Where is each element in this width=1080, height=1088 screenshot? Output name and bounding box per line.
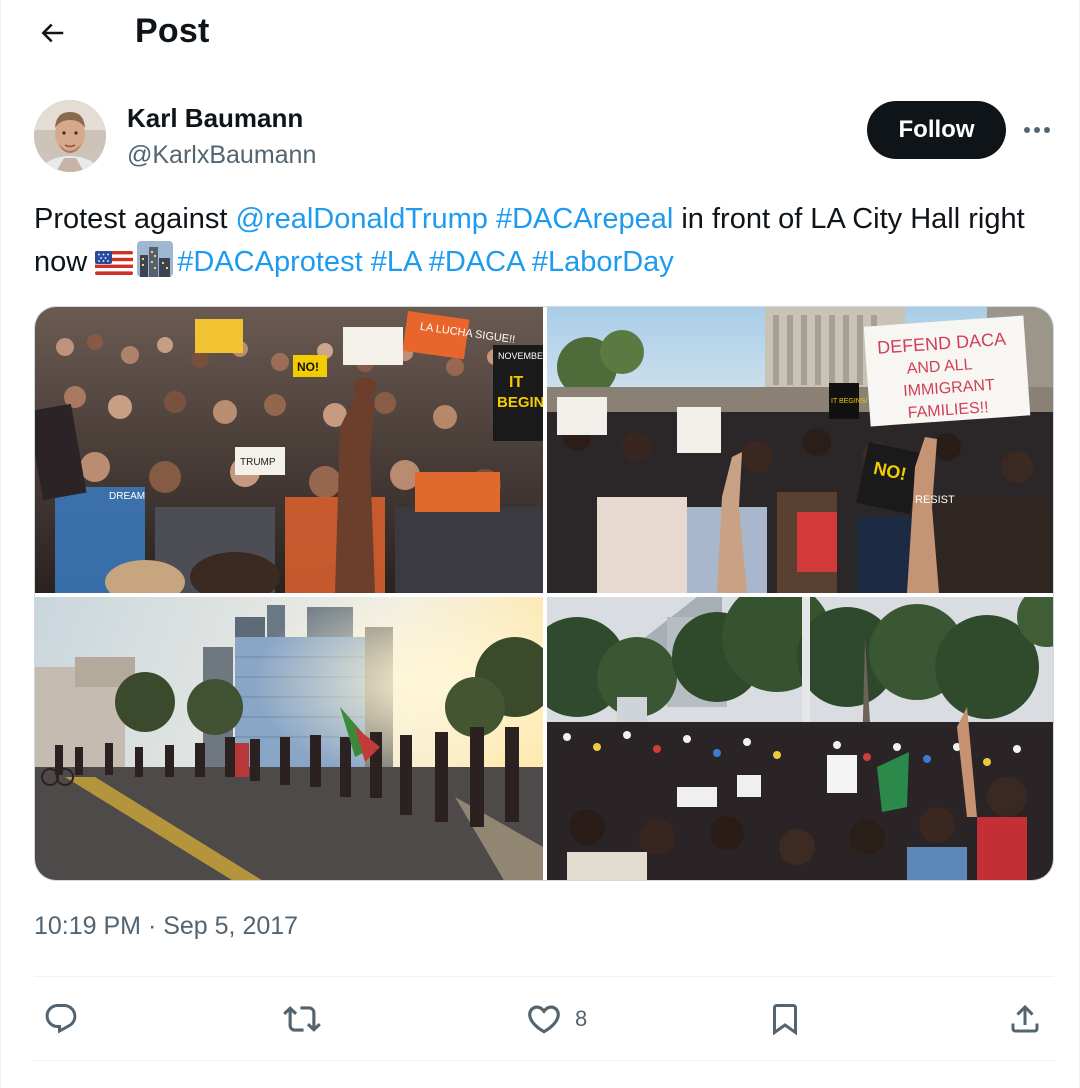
tweet-text-segment: Protest against <box>34 203 236 235</box>
bookmark-icon <box>773 1004 797 1036</box>
sign-text: IT <box>509 374 523 391</box>
share-icon <box>1011 1004 1039 1033</box>
author-handle[interactable]: @KarlxBaumann <box>127 141 316 170</box>
sign-text: IT BEGINS! <box>831 398 867 405</box>
photo-crowd-signs[interactable]: LA LUCHA SIGUE!! NOVEMBER IT BEGIN NO! T… <box>35 307 543 593</box>
avatar[interactable] <box>34 100 106 172</box>
tweet-text-segment <box>524 246 532 278</box>
tweet-text-segment <box>363 246 371 278</box>
sign-text: NO! <box>297 360 319 374</box>
divider <box>34 1060 1054 1061</box>
heart-icon <box>528 1005 560 1034</box>
photo-defend-daca-sign[interactable]: DEFEND DACA AND ALL IMMIGRANT FAMILIES!!… <box>547 307 1053 593</box>
post-page: Post Karl Baumann @KarlxBaumann Follow P… <box>0 0 1080 1088</box>
repost-icon <box>283 1006 321 1032</box>
hashtag-link[interactable]: #DACAprotest <box>177 246 362 278</box>
more-options-button[interactable] <box>1017 112 1057 148</box>
hashtag-link[interactable]: #LaborDay <box>532 246 674 278</box>
sign-text: DREAM <box>109 491 145 502</box>
tweet-text: Protest against @realDonaldTrump #DACAre… <box>34 198 1044 290</box>
tweet-text-segment <box>488 203 496 235</box>
like-button[interactable]: 8 <box>525 996 587 1042</box>
hashtag-link[interactable]: #DACA <box>429 246 524 278</box>
photo-street-march[interactable] <box>35 597 543 880</box>
back-button[interactable] <box>31 12 73 54</box>
sign-text: RESIST <box>915 494 955 506</box>
bookmark-button[interactable] <box>767 996 803 1042</box>
post-header: Post <box>1 0 1080 64</box>
cityscape-emoji <box>137 241 174 290</box>
more-icon <box>1024 127 1050 133</box>
page-title: Post <box>135 12 210 50</box>
post-timestamp[interactable]: 10:19 PM · Sep 5, 2017 <box>34 912 298 941</box>
repost-button[interactable] <box>283 996 321 1042</box>
tweet-text-segment <box>421 246 429 278</box>
photo-grid: LA LUCHA SIGUE!! NOVEMBER IT BEGIN NO! T… <box>34 306 1054 881</box>
mention-link[interactable]: @realDonaldTrump <box>236 203 488 235</box>
author-name[interactable]: Karl Baumann <box>127 103 303 134</box>
photo-rally-crowd[interactable] <box>547 597 1053 880</box>
divider <box>34 976 1054 977</box>
reply-icon <box>45 1004 77 1034</box>
arrow-left-icon <box>41 23 64 43</box>
hashtag-link[interactable]: #DACArepeal <box>496 203 673 235</box>
sign-text: NOVEMBER <box>498 351 543 361</box>
sign-text: BEGIN <box>497 394 543 411</box>
share-button[interactable] <box>1007 996 1043 1042</box>
sign-text: TRUMP <box>240 457 276 468</box>
hashtag-link[interactable]: #LA <box>371 246 421 278</box>
us-flag-emoji <box>95 247 134 290</box>
like-count: 8 <box>575 1006 588 1031</box>
reply-button[interactable] <box>43 996 79 1042</box>
follow-button[interactable]: Follow <box>867 101 1006 159</box>
